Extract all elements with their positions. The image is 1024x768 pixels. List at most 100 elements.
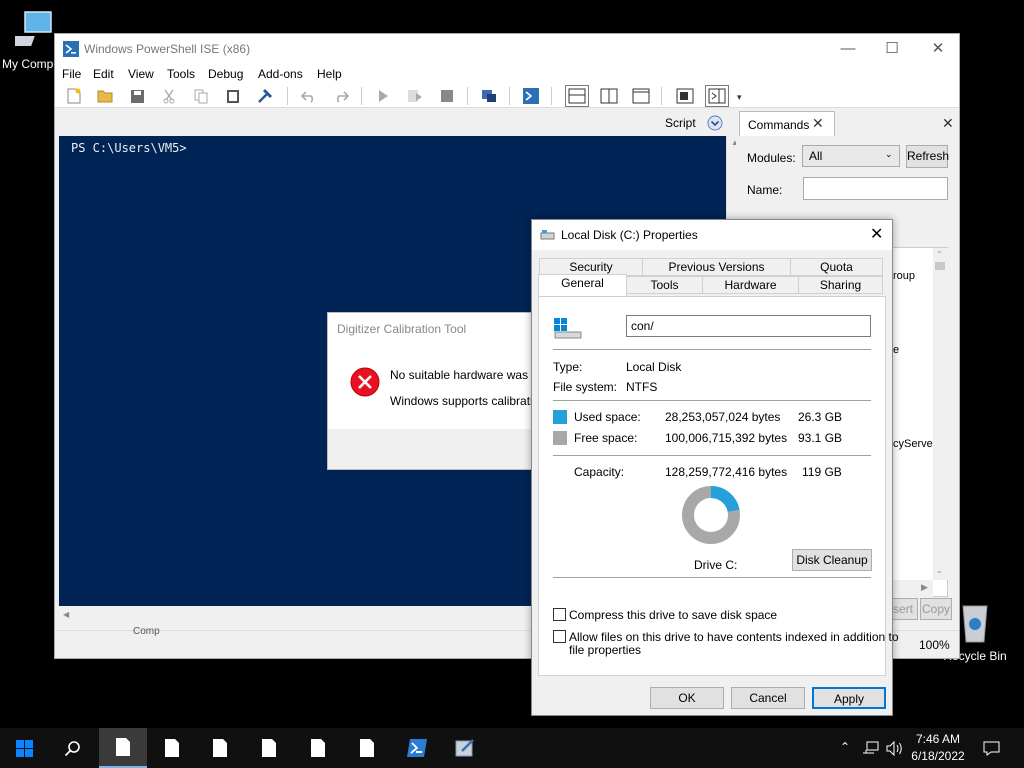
new-script-button[interactable] (64, 86, 84, 106)
menu-edit[interactable]: Edit (93, 67, 114, 81)
console-prompt: PS C:\Users\VM5> (71, 141, 187, 155)
tab-tools[interactable]: Tools (626, 276, 703, 294)
save-icon (130, 89, 144, 103)
tab-commands[interactable]: Commands ✕ (739, 111, 835, 136)
scrollbar-thumb[interactable] (935, 262, 945, 270)
toolbar-overflow-icon[interactable]: ▾ (737, 92, 742, 103)
menu-file[interactable]: File (62, 67, 81, 81)
zoom-level[interactable]: 100% (919, 638, 950, 652)
tab-previous-versions[interactable]: Previous Versions (642, 258, 791, 276)
drive-label-input[interactable]: con/ (626, 315, 871, 337)
name-input[interactable] (803, 177, 948, 200)
taskbar-document-6[interactable] (343, 728, 391, 768)
new-file-icon (67, 88, 81, 104)
start-button[interactable] (0, 728, 48, 768)
index-label-line1[interactable]: Allow files on this drive to have conten… (569, 630, 899, 644)
show-script-pane-button[interactable] (675, 86, 695, 106)
list-item[interactable]: cyServe (893, 438, 933, 450)
disk-cleanup-button[interactable]: Disk Cleanup (792, 549, 872, 571)
close-commands-pane-icon[interactable]: ✕ (942, 115, 954, 132)
menu-view[interactable]: View (128, 67, 154, 81)
scroll-down-icon[interactable]: ⌄ (936, 566, 943, 575)
document-icon (165, 739, 179, 757)
scroll-up-icon[interactable]: ⌃ (936, 250, 943, 259)
menu-add-ons[interactable]: Add-ons (258, 67, 303, 81)
taskbar-document-2[interactable] (148, 728, 196, 768)
compress-label[interactable]: Compress this drive to save disk space (569, 608, 777, 622)
used-space-swatch (553, 410, 567, 424)
show-commands-button[interactable] (705, 85, 729, 107)
copy-button[interactable] (191, 86, 211, 106)
used-space-label: Used space: (574, 410, 641, 424)
search-button[interactable] (48, 728, 96, 768)
script-label[interactable]: Script (665, 116, 696, 130)
taskbar-calibration-tool[interactable] (441, 728, 489, 768)
run-script-button[interactable] (373, 86, 393, 106)
scroll-right-icon[interactable]: ▶ (921, 582, 928, 593)
show-hidden-icons-icon[interactable]: ⌃ (840, 740, 850, 754)
apply-button[interactable]: Apply (812, 687, 886, 709)
tab-sharing[interactable]: Sharing (798, 276, 883, 294)
close-button[interactable]: ✕ (915, 34, 961, 64)
notification-icon[interactable] (983, 740, 1000, 757)
document-icon (213, 739, 227, 757)
modules-dropdown[interactable]: All ⌄ (802, 145, 900, 167)
local-disk-properties-dialog[interactable]: Local Disk (C:) Properties ✕ Security Pr… (531, 219, 899, 716)
start-powershell-button[interactable] (521, 86, 541, 106)
cut-button[interactable] (159, 86, 179, 106)
tab-general[interactable]: General (538, 274, 627, 296)
properties-titlebar[interactable]: Local Disk (C:) Properties ✕ (532, 220, 892, 250)
close-icon[interactable]: ✕ (870, 224, 883, 244)
index-label-line2[interactable]: file properties (569, 643, 641, 657)
open-button[interactable] (95, 86, 115, 106)
tab-quota[interactable]: Quota (790, 258, 883, 276)
list-item[interactable]: roup (893, 270, 915, 282)
layout-top-button[interactable] (565, 85, 589, 107)
taskbar-document-4[interactable] (245, 728, 293, 768)
menu-help[interactable]: Help (317, 67, 342, 81)
run-selection-button[interactable] (255, 86, 275, 106)
clock-date[interactable]: 6/18/2022 (906, 749, 970, 763)
ok-button[interactable]: OK (650, 687, 724, 709)
stop-icon (441, 90, 453, 102)
taskbar-document-5[interactable] (294, 728, 342, 768)
remote-tab-icon (482, 90, 496, 102)
maximize-button[interactable]: ☐ (869, 34, 915, 64)
list-item[interactable]: e (893, 344, 899, 356)
run-selection-lines-button[interactable] (405, 86, 425, 106)
menu-debug[interactable]: Debug (208, 67, 243, 81)
tab-hardware[interactable]: Hardware (702, 276, 799, 294)
refresh-button[interactable]: Refresh (906, 145, 949, 168)
stop-button[interactable] (437, 86, 457, 106)
command-list-scrollbar[interactable]: ⌃ ⌄ (933, 248, 948, 580)
layout-right-button[interactable] (599, 86, 619, 106)
index-checkbox[interactable] (553, 630, 566, 643)
ise-titlebar[interactable]: Windows PowerShell ISE (x86) — ☐ ✕ (55, 34, 959, 64)
paste-button[interactable] (223, 86, 243, 106)
used-space-bytes: 28,253,057,024 bytes (665, 410, 781, 424)
close-tab-icon[interactable]: ✕ (812, 115, 824, 132)
volume-icon[interactable] (886, 741, 904, 756)
cancel-button[interactable]: Cancel (731, 687, 805, 709)
capacity-gb: 119 GB (802, 465, 842, 479)
name-label: Name: (747, 183, 783, 197)
scroll-left-icon[interactable]: ◀ (63, 610, 69, 619)
digitizer-calibration-dialog[interactable]: Digitizer Calibration Tool No suitable h… (327, 312, 537, 470)
compress-checkbox[interactable] (553, 608, 566, 621)
taskbar-powershell-ise[interactable] (393, 728, 441, 768)
network-icon[interactable] (862, 741, 880, 756)
minimize-button[interactable]: — (825, 34, 871, 64)
taskbar-document-1[interactable] (99, 728, 147, 768)
taskbar-document-3[interactable] (196, 728, 244, 768)
clock-time[interactable]: 7:46 AM (908, 732, 968, 746)
layout-max-button[interactable] (631, 86, 651, 106)
chevron-down-icon[interactable] (707, 115, 723, 131)
undo-button[interactable] (299, 86, 319, 106)
document-icon (262, 739, 276, 757)
menu-tools[interactable]: Tools (167, 67, 195, 81)
windows-logo-icon (15, 739, 33, 757)
copy-command-button[interactable]: Copy (920, 598, 952, 620)
save-button[interactable] (127, 86, 147, 106)
remote-powershell-button[interactable] (479, 86, 499, 106)
redo-button[interactable] (331, 86, 351, 106)
